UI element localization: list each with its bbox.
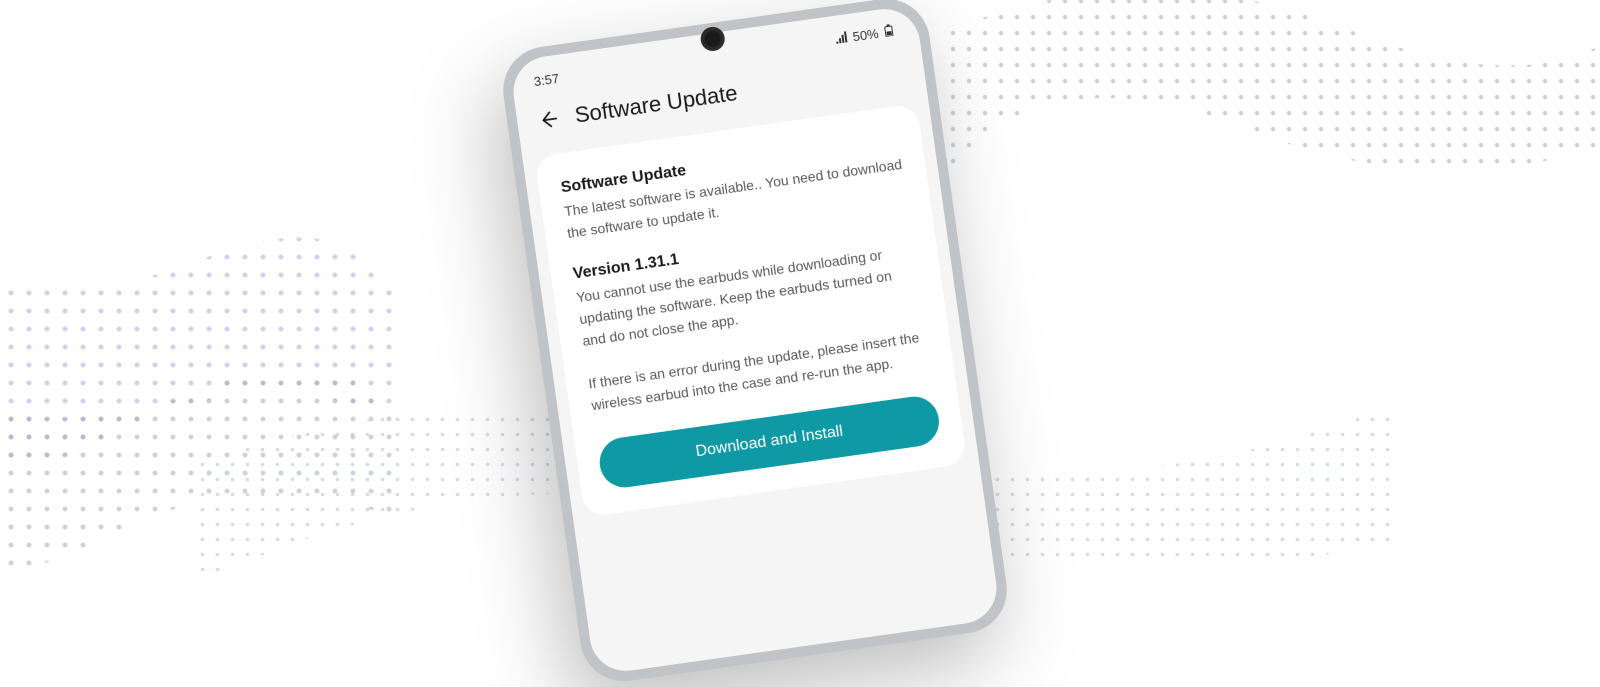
- content-card: Software Update The latest software is a…: [534, 103, 967, 517]
- battery-icon: [881, 23, 897, 40]
- page-title: Software Update: [573, 80, 739, 129]
- decorative-wave: [0, 200, 400, 600]
- battery-percent: 50%: [852, 25, 880, 43]
- back-button[interactable]: [536, 107, 561, 132]
- phone-screen: 3:57 50% Software U: [509, 4, 1001, 675]
- status-right: 50%: [834, 23, 898, 46]
- arrow-left-icon: [537, 108, 560, 131]
- status-time: 3:57: [533, 70, 560, 88]
- phone-mockup: 3:57 50% Software U: [498, 0, 1013, 687]
- decorative-wave: [950, 0, 1600, 300]
- signal-icon: [834, 30, 850, 47]
- phone-frame: 3:57 50% Software U: [498, 0, 1013, 687]
